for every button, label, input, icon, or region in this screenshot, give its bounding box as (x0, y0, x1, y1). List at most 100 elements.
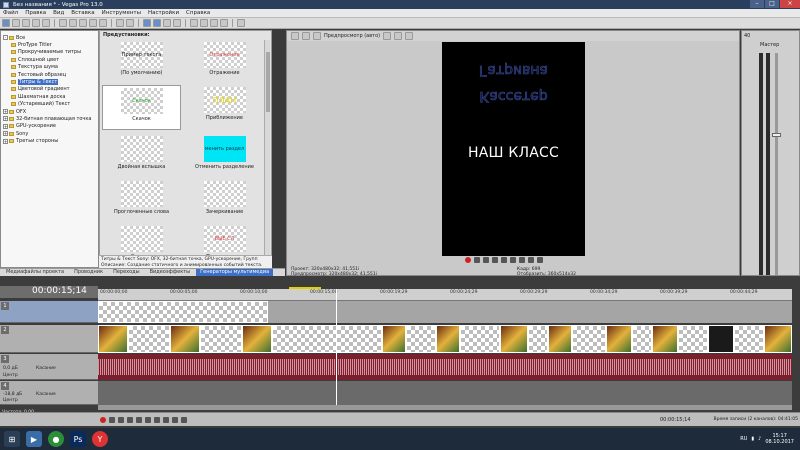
selection-tool-icon[interactable] (210, 19, 218, 27)
video-clip[interactable] (678, 325, 708, 353)
play-from-start-icon[interactable] (483, 257, 489, 263)
video-clip[interactable] (272, 325, 382, 353)
time-ruler[interactable]: 00:00:00;00 00:00:05;00 00:00:10;00 00:00:1… (98, 289, 792, 301)
video-clip[interactable] (548, 325, 572, 353)
tree-item[interactable]: Тестовый образец (3, 71, 96, 78)
play-from-start-icon[interactable] (118, 416, 124, 423)
track-lane-audio-4[interactable] (98, 381, 792, 405)
render-icon[interactable] (42, 19, 50, 27)
play-icon[interactable] (127, 416, 133, 423)
tree-item[interactable]: ProType Titler (3, 41, 96, 48)
track-header-video-2[interactable]: 2 (0, 325, 98, 353)
redo-icon[interactable] (126, 19, 134, 27)
next-frame-icon[interactable] (528, 257, 534, 263)
vegas-taskbar-icon[interactable]: ▶ (26, 431, 42, 447)
preset-tile[interactable]: Зачеркивание (185, 179, 264, 220)
video-clip[interactable] (606, 325, 632, 353)
preset-tile[interactable]: Двойная вспышка (102, 134, 181, 175)
loop-playback-icon[interactable] (109, 416, 115, 423)
track-header-audio-4[interactable]: 4 -18,8 дБ Касание Центр (0, 381, 98, 405)
preview-quality-select[interactable]: Предпросмотр (авто) (324, 33, 380, 39)
tree-item[interactable]: Титры & Текст (3, 78, 96, 86)
save-icon[interactable] (22, 19, 30, 27)
video-clip[interactable] (734, 325, 764, 353)
expand-icon[interactable]: + (3, 109, 8, 115)
ripple-edit-icon[interactable] (163, 19, 171, 27)
timeline-scrollbar[interactable] (98, 405, 792, 410)
volume-icon[interactable]: ♪ (758, 436, 761, 442)
record-icon[interactable] (465, 257, 471, 263)
video-clip[interactable] (170, 325, 200, 353)
network-icon[interactable]: ▮ (751, 436, 754, 442)
expand-icon[interactable]: + (3, 123, 8, 129)
close-button[interactable]: × (780, 0, 800, 8)
preset-tile[interactable]: Скачок Скачок (102, 85, 181, 130)
tab-project-media[interactable]: Медиафайлы проекта (2, 269, 68, 276)
tree-item[interactable]: Текстура шума (3, 64, 96, 71)
video-clip[interactable] (708, 325, 734, 353)
expand-icon[interactable]: + (3, 116, 8, 122)
normal-edit-tool-icon[interactable] (190, 19, 198, 27)
save-as-icon[interactable] (32, 19, 40, 27)
envelope-tool-icon[interactable] (200, 19, 208, 27)
collapse-icon[interactable]: - (3, 35, 8, 41)
play-icon[interactable] (492, 257, 498, 263)
tree-item[interactable]: + Sony (3, 130, 96, 137)
save-snapshot-icon[interactable] (405, 32, 414, 40)
new-project-icon[interactable] (2, 19, 10, 27)
lock-envelopes-icon[interactable] (173, 19, 181, 27)
stop-icon[interactable] (510, 257, 516, 263)
stop-icon[interactable] (145, 416, 151, 423)
start-button-icon[interactable]: ⊞ (4, 431, 20, 447)
minimize-button[interactable]: – (750, 0, 764, 8)
video-clip[interactable] (382, 325, 406, 353)
track-lane-video-1[interactable] (98, 301, 792, 323)
menu-tools[interactable]: Инструменты (102, 10, 141, 16)
tree-item[interactable]: Цветовой градиент (3, 86, 96, 93)
cut-icon[interactable] (69, 19, 77, 27)
tree-item[interactable]: Прокручиваемые титры (3, 49, 96, 56)
prev-frame-icon[interactable] (519, 257, 525, 263)
preset-tile[interactable]: Отражение Отражение (185, 40, 264, 81)
video-clip[interactable] (572, 325, 606, 353)
split-screen-icon[interactable] (313, 32, 321, 40)
tree-item[interactable]: Шахматная доска (3, 93, 96, 100)
delete-icon[interactable] (99, 19, 107, 27)
video-clip[interactable] (98, 325, 128, 353)
menu-help[interactable]: Справка (186, 10, 210, 16)
help-icon[interactable] (237, 19, 245, 27)
undo-icon[interactable] (116, 19, 124, 27)
master-fader[interactable] (772, 133, 781, 137)
track-header-video-1[interactable]: 1 (0, 301, 98, 323)
video-clip[interactable] (528, 325, 548, 353)
menu-file[interactable]: Файл (3, 10, 18, 16)
video-clip[interactable] (460, 325, 500, 353)
preview-fx-icon[interactable] (302, 32, 310, 40)
prev-frame-icon[interactable] (172, 416, 178, 423)
track-header-audio-3[interactable]: 3 0,0 дБ Касание Центр (0, 354, 98, 380)
preset-tile[interactable]: Пример текста (По умолчанию) (102, 40, 181, 81)
tab-explorer[interactable]: Проводник (70, 269, 107, 276)
video-clip[interactable] (242, 325, 272, 353)
expand-icon[interactable]: + (3, 138, 8, 144)
zoom-tool-icon[interactable] (220, 19, 228, 27)
video-clip[interactable] (200, 325, 242, 353)
pause-icon[interactable] (501, 257, 507, 263)
video-clip[interactable] (406, 325, 436, 353)
chrome-icon[interactable]: ● (48, 431, 64, 447)
tree-item[interactable]: + GPU-ускорение (3, 123, 96, 130)
expand-icon[interactable]: + (3, 131, 8, 137)
maximize-button[interactable]: □ (765, 0, 779, 8)
preview-settings-icon[interactable] (291, 32, 299, 40)
preset-tile[interactable]: ПЛАН Приближение (185, 85, 264, 126)
go-to-end-icon[interactable] (537, 257, 543, 263)
tab-transitions[interactable]: Переходы (109, 269, 144, 276)
menu-edit[interactable]: Правка (25, 10, 46, 16)
video-clip[interactable] (128, 325, 170, 353)
tree-item[interactable]: + OFX (3, 108, 96, 115)
video-clip[interactable] (632, 325, 652, 353)
record-icon[interactable] (100, 416, 106, 423)
tree-item[interactable]: + Третьи стороны (3, 137, 96, 144)
go-to-end-icon[interactable] (163, 416, 169, 423)
language-indicator[interactable]: RU (740, 436, 747, 442)
